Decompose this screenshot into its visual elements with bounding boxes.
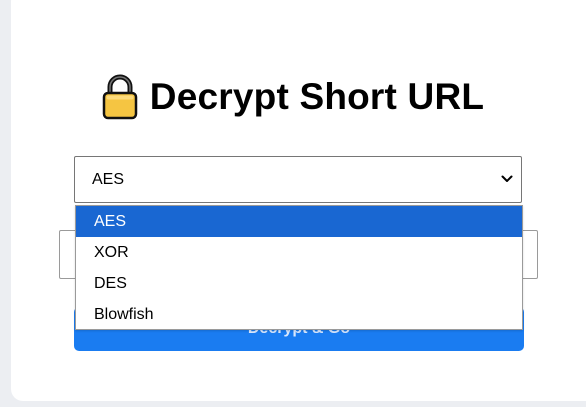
option-xor[interactable]: XOR	[76, 237, 522, 268]
page-title: Decrypt Short URL	[149, 76, 485, 117]
algorithm-dropdown-list: AES XOR DES Blowfish	[75, 205, 523, 330]
chevron-down-icon	[501, 175, 513, 182]
option-aes[interactable]: AES	[76, 206, 522, 237]
header: Decrypt Short URL	[0, 72, 586, 122]
option-blowfish[interactable]: Blowfish	[76, 299, 522, 330]
algorithm-select[interactable]: AES	[74, 156, 522, 203]
lock-icon	[102, 74, 138, 120]
option-des[interactable]: DES	[76, 268, 522, 299]
algorithm-select-value: AES	[92, 171, 125, 188]
